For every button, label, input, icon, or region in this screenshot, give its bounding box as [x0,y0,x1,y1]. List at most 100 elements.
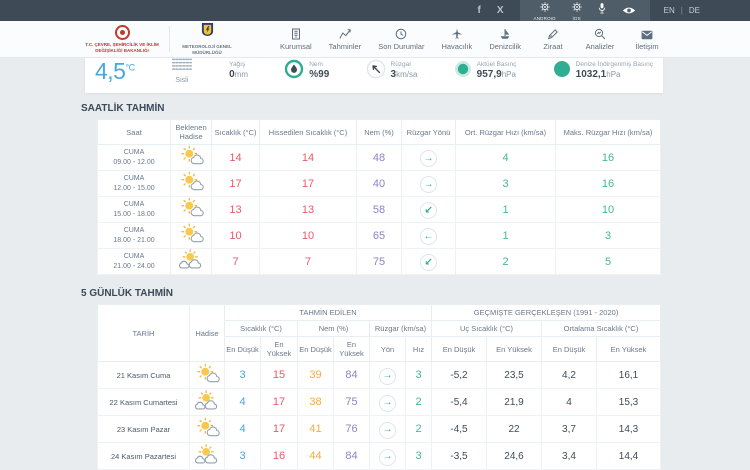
cell-avg-max: 15,3 [597,389,661,416]
current-condition: Sisli [171,58,193,84]
weather-icon [194,390,220,410]
wind-direction-icon: → [420,176,437,193]
cell-hiz: 2 [406,389,432,416]
stat-value: 1032,1hPa [576,69,653,81]
nav-label: Tahminler [329,42,362,51]
nav-item-analizler[interactable]: Analizler [585,27,615,51]
accessibility-button[interactable] [622,3,636,19]
daily-leaf-temp-min: En Düşük [225,337,261,362]
mgm-logo[interactable]: METEOROLOJİ GENEL MÜDÜRLÜĞÜ [180,22,234,55]
pressure-gauge-icon [553,60,571,83]
cell-ort-hiz: 3 [456,171,556,197]
cell-nem: 40 [357,171,402,197]
stat-label: Aktüel Basınç [477,61,517,69]
cell-avg-max: 16,1 [597,362,661,389]
language-switcher: EN | DE [664,6,700,15]
android-app-button[interactable]: ANDROID [534,0,556,21]
cell-nem: 48 [357,145,402,171]
lang-en-link[interactable]: EN [664,6,675,15]
cell-sicaklik: 13 [212,197,260,223]
cell-ext-max: 23,5 [487,362,542,389]
daily-group-forecast: TAHMİN EDİLEN [225,305,432,321]
nav-item-denizcilik[interactable]: Denizcilik [489,27,521,51]
nav-item-son-durumlar[interactable]: Son Durumlar [378,27,424,51]
stat-value: 0mm [229,69,248,81]
facebook-icon[interactable]: f [478,5,481,16]
topbar-app-box: ANDROID İOS [520,0,650,21]
daily-leaf-avg-max: En Yüksek [597,337,661,362]
cell-avg-min: 3,7 [542,416,597,443]
mgm-shield-icon [201,22,214,42]
stat-label: Denize İndirgenmiş Basınç [576,61,653,69]
cell-ort-hiz: 4 [456,145,556,171]
cell-maks-hiz: 16 [556,171,661,197]
stat-humidity: Nem %99 [284,59,329,84]
cell-temp-max: 17 [261,416,298,443]
cell-hadise [190,416,225,443]
cell-saat: CUMA12.00 - 15.00 [98,171,171,197]
wind-direction-icon: ↙ [420,254,437,271]
cell-sicaklik: 14 [212,145,260,171]
daily-leaf-avg-min: En Düşük [542,337,597,362]
cell-ort-hiz: 1 [456,197,556,223]
daily-leaf-temp-max: En Yüksek [261,337,298,362]
mgm-caption: METEOROLOJİ GENEL MÜDÜRLÜĞÜ [180,44,234,55]
cell-ext-min: -4,5 [432,416,487,443]
weather-icon [178,197,204,217]
daily-leaf-yon: Yön [370,337,406,362]
x-twitter-icon[interactable]: X [497,5,504,16]
cell-hiz: 2 [406,416,432,443]
voice-button[interactable] [598,2,606,19]
nav-item-ziraat[interactable]: Ziraat [538,27,568,51]
daily-sub-ruzgar: Rüzgar (km/sa) [370,321,432,337]
fog-icon [171,58,193,76]
nav-label: Havacılık [441,42,472,51]
cell-avg-min: 4,2 [542,362,597,389]
lang-de-link[interactable]: DE [689,6,700,15]
social-links: f X [478,5,504,16]
daily-leaf-ext-max: En Yüksek [487,337,542,362]
nav-label: Denizcilik [489,42,521,51]
lang-separator: | [681,6,683,15]
wind-direction-icon: → [379,368,396,385]
hourly-row: CUMA09.00 - 12.00 14 14 48 → 4 16 [98,145,661,171]
nav-item-kurumsal[interactable]: Kurumsal [280,27,312,51]
cell-temp-max: 17 [261,389,298,416]
weather-icon [194,417,220,437]
cell-hiz: 3 [406,362,432,389]
cell-ext-max: 22 [487,416,542,443]
stat-label: Nem [309,61,329,69]
daily-leaf-hum-min: En Düşük [298,337,334,362]
hourly-row: CUMA18.00 - 21.00 10 10 65 ← 1 3 [98,223,661,249]
hourly-col-nem: Nem (%) [357,120,402,145]
daily-group-past: GEÇMİŞTE GERÇEKLEŞEN (1991 - 2020) [432,305,661,321]
ios-app-button[interactable]: İOS [572,0,582,21]
cell-hissedilen: 17 [260,171,357,197]
ministry-logo[interactable]: T.C. ÇEVRE, ŞEHİRCİLİK VE İKLİM DEĞİŞİKL… [85,25,159,53]
cell-hadise [171,145,212,171]
cell-avg-min: 4 [542,389,597,416]
cell-ruzgar-yonu: ↙ [402,249,456,275]
cell-temp-max: 15 [261,362,298,389]
daily-sub-ortalama: Ortalama Sıcaklık (°C) [542,321,661,337]
cell-tarih: 22 Kasım Cumartesi [98,389,190,416]
nav-label: Ziraat [543,42,562,51]
nav-item-havacilik[interactable]: Havacılık [441,27,472,51]
android-app-label: ANDROID [534,17,556,22]
stat-value: 3km/sa [391,69,418,81]
cell-hum-max: 75 [334,389,370,416]
nav-item-iletisim[interactable]: İletişim [632,27,662,51]
daily-sub-sicaklik: Sıcaklık (°C) [225,321,298,337]
cell-hiz: 3 [406,443,432,470]
cell-ort-hiz: 2 [456,249,556,275]
cell-tarih: 21 Kasım Cuma [98,362,190,389]
cell-hum-min: 38 [298,389,334,416]
cell-temp-min: 3 [225,362,261,389]
cell-ruzgar-yonu: ↙ [402,197,456,223]
hourly-col-maks-hiz: Maks. Rüzgar Hızı (km/sa) [556,120,661,145]
nav-item-tahminler[interactable]: Tahminler [329,27,362,51]
weather-icon [178,249,204,269]
cell-saat: CUMA18.00 - 21.00 [98,223,171,249]
airplane-icon [451,27,463,40]
hourly-col-hadise: Beklenen Hadise [171,120,212,145]
